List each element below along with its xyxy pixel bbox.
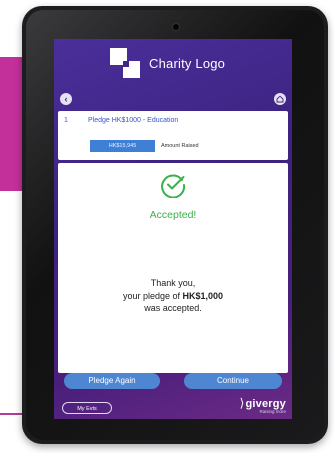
result-card: Accepted! Thank you, your pledge of HK$1… [58,163,288,373]
pledge-card: 1 Pledge HK$1000 - Education HK$15,945 A… [58,111,288,160]
stage: Charity Logo ‹ 1 Pledge HK$1000 - Educat… [0,0,334,453]
app-screen: Charity Logo ‹ 1 Pledge HK$1000 - Educat… [54,39,292,419]
thanks-line-3: was accepted. [144,303,202,313]
pledge-again-button[interactable]: Pledge Again [64,373,160,389]
logo-text: Charity Logo [149,55,226,71]
logo-mark-icon [110,48,140,78]
givergy-logo: ⟩givergy [240,396,286,410]
confirmation-message: Thank you, your pledge of HK$1,000 was a… [58,277,288,315]
camera-dot [172,23,180,31]
amount-raised-label: Amount Raised [161,143,199,149]
continue-button[interactable]: Continue [184,373,282,389]
thanks-line-2: your pledge of HK$1,000 [58,290,288,303]
givergy-brand: ⟩givergy Raising more [240,396,286,414]
back-button[interactable]: ‹ [60,93,72,105]
home-icon [276,95,284,103]
status-text: Accepted! [149,209,197,221]
thanks-line-1: Thank you, [150,278,196,288]
check-circle-icon [161,174,186,198]
givergy-mark-icon: ⟩ [239,396,245,410]
chevron-left-icon: ‹ [64,94,68,104]
home-button[interactable] [274,93,286,105]
pledge-number: 1 [64,117,68,124]
amount-raised-value: HK$15,945 [90,140,155,152]
my-events-button[interactable]: My Evts [62,402,112,414]
charity-logo: Charity Logo [110,47,225,79]
thanks-line-2-prefix: your pledge of [122,290,183,301]
pledge-amount: HK$1,000 [182,290,224,301]
pledge-title: Pledge HK$1000 - Education [88,117,179,124]
